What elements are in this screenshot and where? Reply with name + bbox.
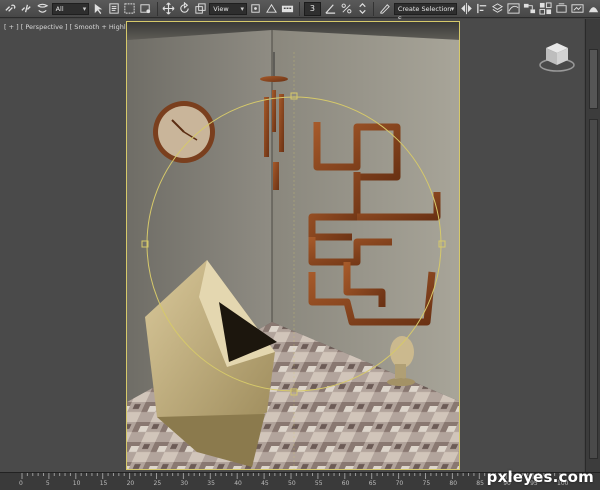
edit-named-selection-icon[interactable]: [378, 2, 392, 16]
selection-filter-dropdown[interactable]: All: [51, 2, 90, 15]
bind-spacewarp-icon[interactable]: [36, 2, 50, 16]
ruler-tick-label: 15: [99, 480, 108, 487]
ruler-tick-label: 30: [180, 480, 189, 487]
select-manipulate-icon[interactable]: [265, 2, 279, 16]
snap-3d-icon[interactable]: 3: [303, 1, 322, 16]
main-toolbar: All View 3 Create Selec: [0, 0, 600, 23]
ruler-tick-label: 60: [341, 480, 350, 487]
snap-3d-label: 3: [309, 3, 316, 13]
curve-editor-icon[interactable]: [507, 2, 521, 16]
render-setup-icon[interactable]: [554, 2, 568, 16]
percent-snap-icon[interactable]: [339, 2, 353, 16]
ruler-tick-label: 20: [126, 480, 135, 487]
window-crossing-icon[interactable]: [139, 2, 153, 16]
perspective-viewport[interactable]: [ + ] [ Perspective ] [ Smooth + Highlig…: [0, 19, 584, 472]
render-icon[interactable]: [586, 2, 600, 16]
ruler-tick-label: 85: [476, 480, 484, 487]
rotate-icon[interactable]: [178, 2, 192, 16]
toolbar-separator: [156, 1, 158, 16]
move-icon[interactable]: [162, 2, 176, 16]
align-icon[interactable]: [475, 2, 489, 16]
ruler-tick-label: 10: [72, 480, 81, 487]
safe-frame: [126, 21, 460, 470]
pivot-icon[interactable]: [249, 2, 263, 16]
ruler-tick-label: 40: [234, 480, 242, 487]
ruler-tick-label: 45: [261, 480, 269, 487]
ruler-tick-label: 25: [153, 480, 162, 487]
rect-selection-icon[interactable]: [123, 2, 137, 16]
panel-scroll-thumb[interactable]: [589, 49, 598, 109]
viewport-label[interactable]: [ + ] [ Perspective ] [ Smooth + Highlig…: [4, 23, 146, 31]
panel-scroll-track[interactable]: [589, 119, 598, 459]
toolbar-separator: [298, 1, 300, 16]
keyboard-shortcut-icon[interactable]: [281, 2, 295, 16]
render-frame-icon[interactable]: [570, 2, 584, 16]
named-selection-dropdown[interactable]: Create Selection S: [393, 2, 458, 23]
ruler-tick-label: 0: [19, 480, 23, 487]
scale-icon[interactable]: [193, 2, 207, 16]
ruler-tick-label: 70: [395, 480, 404, 487]
watermark-text: pxleyes.com: [486, 468, 594, 486]
view-cube[interactable]: [538, 39, 576, 73]
reference-coordinate-dropdown[interactable]: View: [209, 2, 247, 15]
angle-snap-icon[interactable]: [323, 2, 337, 16]
ruler-tick-label: 50: [288, 480, 296, 487]
command-panel-edge[interactable]: [585, 19, 600, 472]
wall-clock: [153, 101, 215, 163]
toolbar-separator: [372, 1, 374, 16]
ruler-tick-label: 80: [449, 480, 458, 487]
ruler-tick-label: 35: [207, 480, 215, 487]
ruler-tick-label: 55: [314, 480, 323, 487]
select-by-name-icon[interactable]: [107, 2, 121, 16]
schematic-icon[interactable]: [523, 2, 537, 16]
select-icon[interactable]: [91, 2, 105, 16]
ruler-tick-label: 65: [368, 480, 377, 487]
ruler-tick-label: 75: [422, 480, 431, 487]
layer-icon[interactable]: [491, 2, 505, 16]
link-icon[interactable]: [4, 2, 18, 16]
ruler-tick-label: 5: [45, 480, 50, 487]
mirror-icon[interactable]: [459, 2, 473, 16]
scene-render: [127, 22, 459, 469]
spinner-snap-icon[interactable]: [355, 2, 369, 16]
unlink-icon[interactable]: [20, 2, 34, 16]
material-editor-icon[interactable]: [539, 2, 553, 16]
